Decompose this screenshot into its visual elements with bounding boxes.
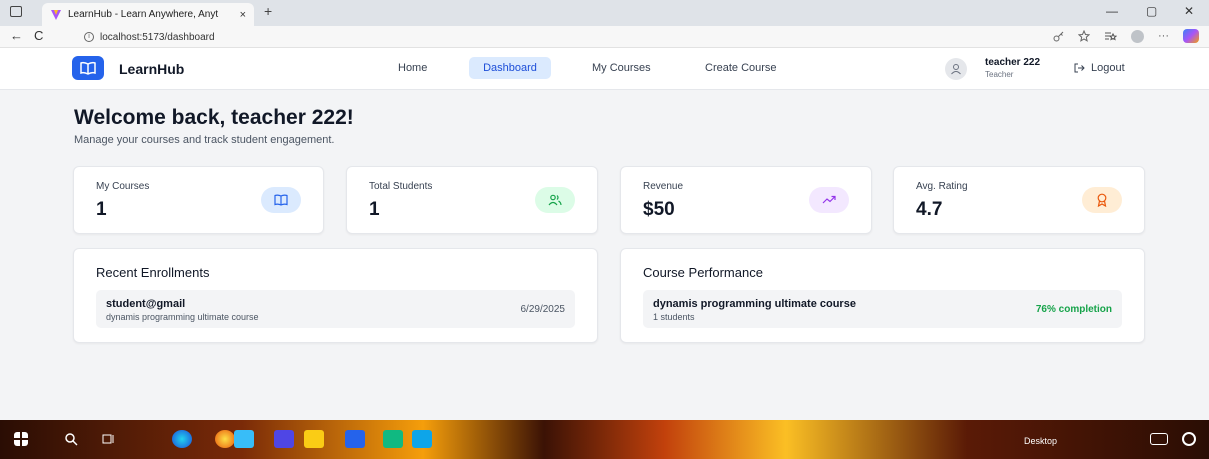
list-item[interactable]: dynamis programming ultimate course 1 st…: [643, 290, 1122, 328]
url-field[interactable]: i localhost:5173/dashboard: [70, 29, 1020, 45]
address-bar: ← C i localhost:5173/dashboard ···: [0, 26, 1209, 48]
stat-label: My Courses: [96, 181, 150, 192]
windows-taskbar: Desktop: [0, 420, 1209, 459]
windows-start-icon[interactable]: [14, 432, 28, 446]
stat-card-total-students: Total Students 1: [346, 166, 598, 234]
brand-name[interactable]: LearnHub: [119, 61, 184, 77]
user-role: Teacher: [985, 70, 1014, 79]
favorites-icon[interactable]: [1104, 31, 1117, 42]
book-open-icon: [80, 61, 96, 75]
firefox-icon[interactable]: [215, 430, 235, 448]
stat-card-my-courses: My Courses 1: [73, 166, 324, 234]
close-window-button[interactable]: ✕: [1184, 4, 1194, 18]
profile-icon[interactable]: [1131, 29, 1144, 43]
task-view-icon[interactable]: [102, 432, 116, 446]
performance-students: 1 students: [653, 312, 695, 322]
vite-favicon-icon: [51, 9, 61, 20]
nav-my-courses[interactable]: My Courses: [592, 62, 651, 74]
user-icon: [951, 64, 961, 75]
back-button[interactable]: ←: [10, 28, 23, 43]
list-item[interactable]: student@gmail dynamis programming ultima…: [96, 290, 575, 328]
panel-title: Course Performance: [643, 265, 763, 280]
logout-label: Logout: [1091, 62, 1125, 74]
app-header: LearnHub Home Dashboard My Courses Creat…: [0, 48, 1209, 90]
word-icon[interactable]: [345, 430, 365, 448]
site-info-icon[interactable]: i: [84, 32, 94, 42]
stat-label: Revenue: [643, 181, 684, 192]
desktop-label[interactable]: Desktop: [1024, 436, 1057, 446]
app-icon[interactable]: [383, 430, 403, 448]
stat-value: 1: [96, 199, 107, 220]
users-icon: [548, 194, 562, 206]
address-bar-actions: ···: [1053, 29, 1199, 43]
page-title: Welcome back, teacher 222!: [74, 106, 354, 129]
logout-button[interactable]: Logout: [1074, 62, 1125, 74]
stat-value: $50: [643, 199, 675, 220]
stat-value: 1: [369, 199, 380, 220]
tab-actions-icon[interactable]: [10, 6, 22, 17]
reload-button[interactable]: C: [34, 28, 43, 43]
book-icon: [274, 194, 288, 206]
maximize-button[interactable]: ▢: [1146, 4, 1157, 18]
award-icon: [1097, 193, 1107, 207]
new-tab-button[interactable]: +: [264, 3, 272, 19]
trending-up-icon: [822, 195, 836, 204]
stat-icon-badge: [1082, 187, 1122, 213]
stat-card-revenue: Revenue $50: [620, 166, 872, 234]
stat-card-avg-rating: Avg. Rating 4.7: [893, 166, 1145, 234]
page-subtitle: Manage your courses and track student en…: [74, 134, 335, 146]
key-icon[interactable]: [1053, 31, 1064, 42]
recent-enrollments-panel: Recent Enrollments student@gmail dynamis…: [73, 248, 598, 343]
user-name: teacher 222: [985, 57, 1041, 68]
file-explorer-icon[interactable]: [304, 430, 324, 448]
browser-tab[interactable]: LearnHub - Learn Anywhere, Anyt ×: [42, 3, 254, 26]
settings-icon[interactable]: [1182, 432, 1196, 446]
keyboard-icon[interactable]: [1150, 433, 1168, 445]
enrollment-date: 6/29/2025: [520, 304, 566, 315]
stat-label: Avg. Rating: [916, 181, 968, 192]
stat-icon-badge: [809, 187, 849, 213]
user-avatar[interactable]: [945, 58, 967, 80]
search-icon[interactable]: [64, 432, 78, 446]
tab-title: LearnHub - Learn Anywhere, Anyt: [68, 9, 219, 20]
enrollment-student: student@gmail: [106, 298, 186, 310]
more-icon[interactable]: ···: [1158, 30, 1169, 42]
panel-title: Recent Enrollments: [96, 265, 210, 280]
course-performance-panel: Course Performance dynamis programming u…: [620, 248, 1145, 343]
logout-icon: [1074, 63, 1085, 73]
performance-course: dynamis programming ultimate course: [653, 298, 856, 310]
nav-dashboard[interactable]: Dashboard: [469, 57, 551, 79]
mail-icon[interactable]: [274, 430, 294, 448]
nav-create-course[interactable]: Create Course: [705, 62, 777, 74]
minimize-button[interactable]: —: [1106, 4, 1118, 18]
nav-home[interactable]: Home: [398, 62, 427, 74]
edge-icon[interactable]: [172, 430, 192, 448]
photos-icon[interactable]: [234, 430, 254, 448]
star-icon[interactable]: [1078, 30, 1090, 42]
browser-tab-bar: LearnHub - Learn Anywhere, Anyt × + — ▢ …: [0, 0, 1209, 26]
enrollment-course: dynamis programming ultimate course: [106, 312, 259, 322]
url-text: localhost:5173/dashboard: [100, 31, 215, 43]
tab-close-icon[interactable]: ×: [240, 9, 246, 21]
performance-completion: 76% completion: [1035, 304, 1112, 315]
stat-value: 4.7: [916, 199, 943, 220]
copilot-icon[interactable]: [1183, 29, 1199, 43]
stat-label: Total Students: [369, 181, 433, 192]
stat-icon-badge: [535, 187, 575, 213]
logo[interactable]: [72, 56, 104, 80]
vscode-icon[interactable]: [412, 430, 432, 448]
stat-icon-badge: [261, 187, 301, 213]
